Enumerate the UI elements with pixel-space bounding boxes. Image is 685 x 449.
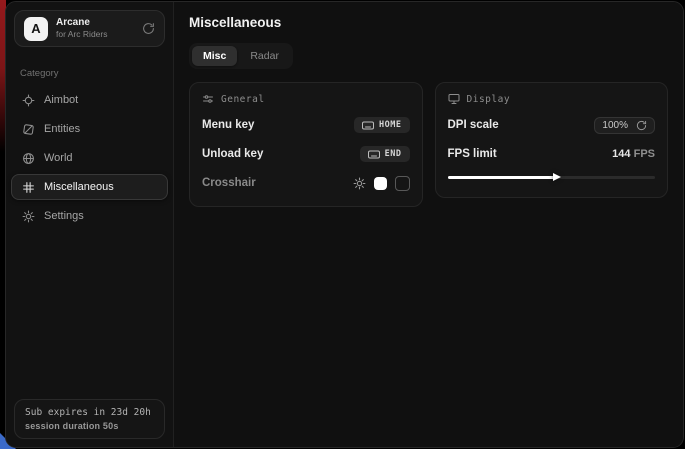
sidebar-item-settings[interactable]: Settings (11, 203, 168, 229)
monitor-icon (448, 93, 460, 105)
sidebar-item-label: Aimbot (44, 94, 78, 106)
crosshair-row: Crosshair (202, 174, 410, 192)
sub-expires-text: Sub expires in 23d 20h (25, 407, 154, 418)
tab-misc[interactable]: Misc (192, 46, 237, 66)
dpi-scale-value: 100% (602, 120, 628, 131)
keyboard-icon (368, 150, 380, 159)
reset-icon[interactable] (636, 120, 647, 131)
app-subtitle: for Arc Riders (56, 29, 108, 40)
fps-limit-label: FPS limit (448, 148, 497, 160)
keyboard-icon (362, 121, 374, 130)
sidebar-item-label: Entities (44, 123, 80, 135)
sidebar-item-label: Miscellaneous (44, 181, 114, 193)
sidebar-item-miscellaneous[interactable]: Miscellaneous (11, 174, 168, 200)
sidebar-item-aimbot[interactable]: Aimbot (11, 87, 168, 113)
cards-row: General Menu key HOME Unload key (189, 82, 668, 207)
dpi-scale-row: DPI scale 100% (448, 116, 656, 134)
crosshair-checkbox[interactable] (395, 176, 410, 191)
dpi-scale-control[interactable]: 100% (594, 117, 655, 134)
app-window: A Arcane for Arc Riders Category Aimbot (5, 1, 684, 448)
session-duration-text: session duration 50s (25, 421, 154, 431)
crosshair-label: Crosshair (202, 177, 256, 189)
brand-card: A Arcane for Arc Riders (14, 10, 165, 47)
category-label: Category (20, 68, 159, 79)
crosshair-settings-gear-icon[interactable] (353, 177, 366, 190)
display-card-title: Display (467, 94, 511, 105)
app-logo: A (24, 17, 48, 41)
globe-icon (22, 152, 35, 165)
tab-radar[interactable]: Radar (239, 46, 290, 66)
crosshair-controls (353, 176, 410, 191)
unload-key-bind-button[interactable]: END (360, 146, 410, 162)
sidebar-item-entities[interactable]: Entities (11, 116, 168, 142)
fps-limit-row: FPS limit 144 FPS (448, 145, 656, 163)
fps-slider-thumb[interactable] (553, 173, 561, 181)
sidebar: A Arcane for Arc Riders Category Aimbot (6, 2, 174, 447)
sidebar-item-label: Settings (44, 210, 84, 222)
sync-icon[interactable] (142, 22, 155, 35)
subscription-card: Sub expires in 23d 20h session duration … (14, 399, 165, 439)
general-card-header: General (202, 93, 410, 105)
sliders-icon (202, 93, 214, 105)
page-title: Miscellaneous (189, 15, 668, 30)
general-card-title: General (221, 94, 265, 105)
main-panel: Miscellaneous Misc Radar General (174, 2, 683, 447)
menu-key-value: HOME (379, 120, 401, 130)
brand-text: Arcane for Arc Riders (56, 17, 108, 40)
app-name: Arcane (56, 17, 108, 30)
fps-unit: FPS (634, 148, 655, 160)
crosshair-color-swatch[interactable] (374, 177, 387, 190)
entities-icon (22, 123, 35, 136)
general-card: General Menu key HOME Unload key (189, 82, 423, 207)
sidebar-item-label: World (44, 152, 73, 164)
sidebar-nav: Aimbot Entities World (6, 87, 173, 229)
fps-slider-fill (448, 176, 556, 179)
sidebar-item-world[interactable]: World (11, 145, 168, 171)
tab-bar: Misc Radar (189, 43, 293, 69)
menu-key-bind-button[interactable]: HOME (354, 117, 409, 133)
display-card-header: Display (448, 93, 656, 105)
fps-limit-slider[interactable] (448, 172, 656, 183)
menu-key-label: Menu key (202, 119, 254, 131)
unload-key-label: Unload key (202, 148, 263, 160)
display-card: Display DPI scale 100% FPS limit (435, 82, 669, 198)
menu-key-row: Menu key HOME (202, 116, 410, 134)
unload-key-value: END (385, 149, 402, 159)
dpi-scale-label: DPI scale (448, 119, 499, 131)
grid-icon (22, 181, 35, 194)
fps-number: 144 (612, 148, 630, 160)
unload-key-row: Unload key END (202, 145, 410, 163)
gear-icon (22, 210, 35, 223)
crosshair-icon (22, 94, 35, 107)
fps-limit-value: 144 FPS (612, 148, 655, 160)
